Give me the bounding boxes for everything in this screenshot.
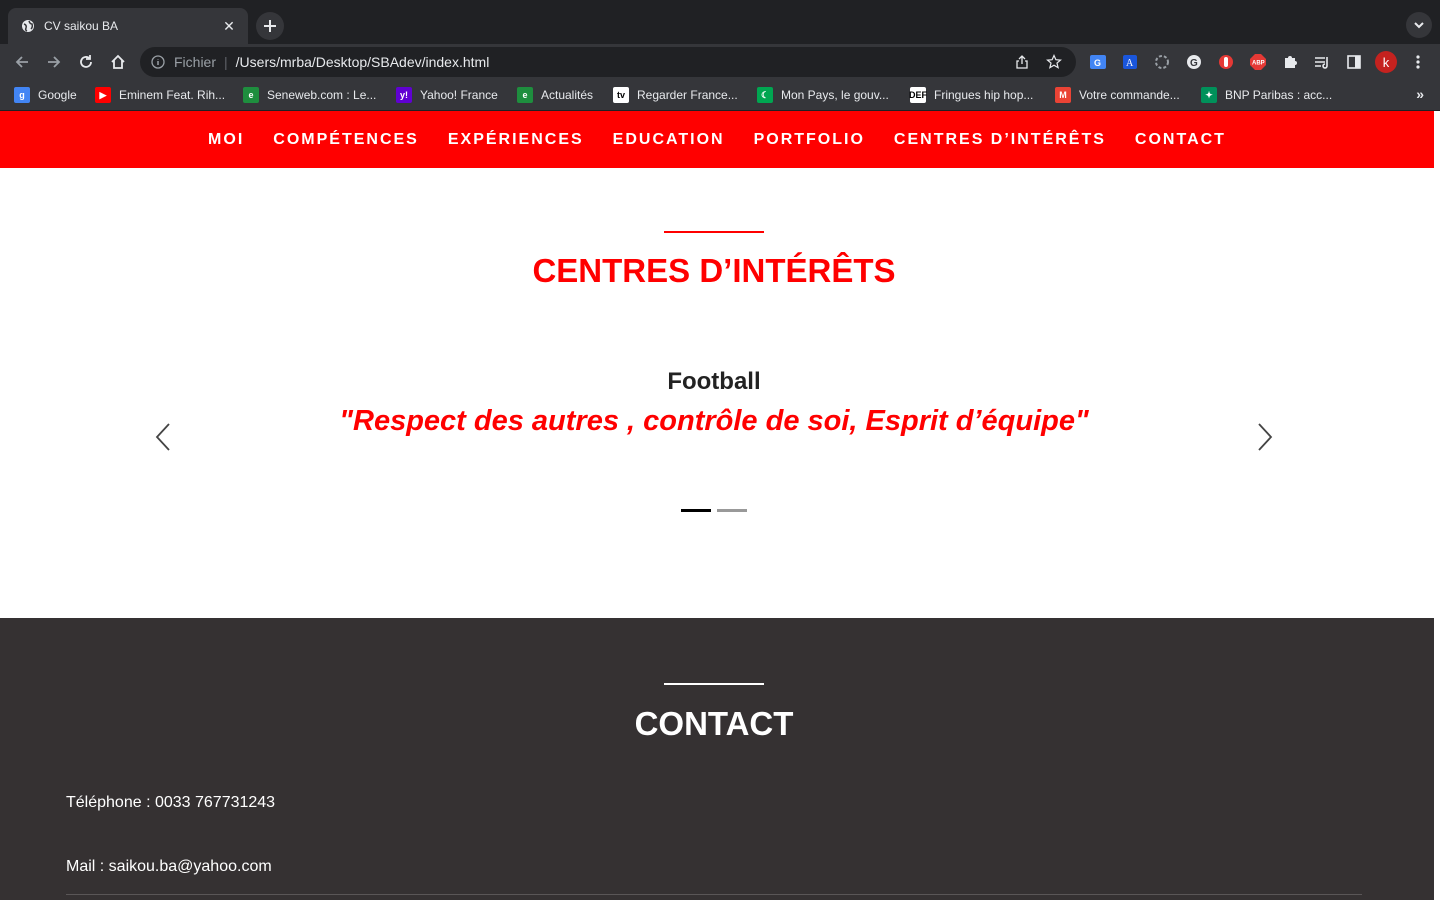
globe-icon <box>20 18 36 34</box>
forward-button[interactable] <box>40 48 68 76</box>
contact-phone: Téléphone : 0033 767731243 <box>66 794 276 811</box>
bookmark-label: Fringues hip hop... <box>934 88 1034 102</box>
tv-icon: tv <box>613 87 629 103</box>
svg-text:G: G <box>1190 58 1198 69</box>
kebab-menu-icon[interactable] <box>1406 50 1430 74</box>
svg-text:ABP: ABP <box>1252 61 1265 67</box>
bookmark-label: Yahoo! France <box>420 88 498 102</box>
bookmark-item[interactable]: e Seneweb.com : Le... <box>243 86 376 104</box>
bookmark-item[interactable]: DEF Fringues hip hop... <box>909 86 1034 104</box>
adblock-plus-icon[interactable]: ABP <box>1246 50 1270 74</box>
bookmark-label: Eminem Feat. Rih... <box>119 88 226 102</box>
back-button[interactable] <box>8 48 36 76</box>
browser-tab-strip: CV saikou BA ✕ <box>0 0 1440 44</box>
contact-title: CONTACT <box>634 705 794 742</box>
address-bar[interactable]: Fichier | /Users/mrba/Desktop/SBAdev/ind… <box>140 47 1076 77</box>
yahoo-icon: y! <box>396 87 412 103</box>
home-button[interactable] <box>104 48 132 76</box>
chevron-right-icon <box>1258 423 1273 451</box>
slide-quote: "Respect des autres , contrôle de soi, E… <box>339 405 1089 437</box>
new-tab-button[interactable] <box>256 12 284 40</box>
nav-link[interactable]: CENTRES D’INTÉRÊTS <box>879 131 1120 149</box>
nav-link[interactable]: EDUCATION <box>598 131 739 149</box>
grammarly-icon[interactable]: G <box>1182 50 1206 74</box>
youtube-icon: ▶ <box>95 87 111 103</box>
bookmark-item[interactable]: e Actualités <box>517 86 593 104</box>
bookmark-item[interactable]: M Votre commande... <box>1055 86 1180 104</box>
bookmark-label: BNP Paribas : acc... <box>1225 88 1333 102</box>
tab-title: CV saikou BA <box>44 19 119 33</box>
carousel-next-button[interactable] <box>1253 422 1277 452</box>
bookmark-item[interactable]: ✦ BNP Paribas : acc... <box>1201 86 1332 104</box>
bookmark-label: Regarder France... <box>637 88 738 102</box>
reading-list-icon[interactable] <box>1310 50 1334 74</box>
url-separator: | <box>224 54 228 70</box>
url-scheme-label: Fichier <box>174 54 217 70</box>
info-icon[interactable] <box>150 54 166 70</box>
close-tab-icon[interactable]: ✕ <box>220 17 238 35</box>
section-divider <box>664 683 764 685</box>
svg-text:A: A <box>1126 58 1134 69</box>
tab-search-button[interactable] <box>1406 12 1432 38</box>
browser-toolbar: Fichier | /Users/mrba/Desktop/SBAdev/ind… <box>0 44 1440 80</box>
profile-initial: k <box>1375 51 1397 73</box>
hand-block-icon[interactable] <box>1214 50 1238 74</box>
web-page: MOI COMPÉTENCES EXPÉRIENCES EDUCATION PORTFO… <box>0 111 1440 900</box>
side-panel-icon[interactable] <box>1342 50 1366 74</box>
bookmark-star-icon[interactable] <box>1042 50 1066 74</box>
dictionary-icon[interactable]: A <box>1118 50 1142 74</box>
translate-icon[interactable]: G <box>1086 50 1110 74</box>
contact-section: CONTACT Téléphone : 0033 767731243 Mail … <box>0 618 1434 900</box>
bookmarks-overflow-icon[interactable]: » <box>1416 86 1424 102</box>
bookmark-label: Google <box>38 88 77 102</box>
bookmarks-bar: g Google ▶ Eminem Feat. Rih... e Seneweb.com … <box>0 80 1440 111</box>
bookmark-item[interactable]: ▶ Eminem Feat. Rih... <box>95 86 225 104</box>
flag-icon: ☾ <box>757 87 773 103</box>
share-icon[interactable] <box>1010 50 1034 74</box>
bookmark-item[interactable]: g Google <box>14 86 77 104</box>
seneweb-icon: e <box>243 87 259 103</box>
url-text[interactable]: /Users/mrba/Desktop/SBAdev/index.html <box>236 54 1002 70</box>
contact-mail[interactable]: Mail : saikou.ba@yahoo.com <box>66 858 272 876</box>
bookmark-label: Seneweb.com : Le... <box>267 88 377 102</box>
profile-avatar[interactable]: k <box>1374 50 1398 74</box>
carousel-indicator[interactable] <box>681 509 711 512</box>
google-icon: g <box>14 87 30 103</box>
bookmark-label: Mon Pays, le gouv... <box>781 88 889 102</box>
nav-link[interactable]: MOI <box>194 131 259 149</box>
carousel-indicator[interactable] <box>717 509 747 512</box>
bookmark-item[interactable]: ☾ Mon Pays, le gouv... <box>757 86 889 104</box>
bookmark-label: Votre commande... <box>1079 88 1180 102</box>
browser-tab[interactable]: CV saikou BA ✕ <box>8 8 248 44</box>
interests-title: CENTRES D’INTÉRÊTS <box>532 252 896 289</box>
loader-icon[interactable] <box>1150 50 1174 74</box>
page-scrollbar[interactable] <box>1434 111 1440 900</box>
nav-link[interactable]: PORTFOLIO <box>739 131 879 149</box>
bookmark-label: Actualités <box>541 88 594 102</box>
divider <box>66 894 1362 895</box>
interests-section: CENTRES D’INTÉRÊTS Football "Respect des… <box>0 168 1434 618</box>
section-divider <box>664 231 764 233</box>
def-icon: DEF <box>909 87 927 103</box>
gmail-icon: M <box>1055 87 1071 103</box>
slide-title: Football <box>667 368 761 395</box>
bookmark-item[interactable]: tv Regarder France... <box>613 86 738 104</box>
nav-link[interactable]: EXPÉRIENCES <box>433 131 598 149</box>
seneweb-icon: e <box>517 87 533 103</box>
nav-link[interactable]: COMPÉTENCES <box>259 131 434 149</box>
bookmark-item[interactable]: y! Yahoo! France <box>396 86 498 104</box>
puzzle-extensions-icon[interactable] <box>1278 50 1302 74</box>
bnp-icon: ✦ <box>1201 87 1217 103</box>
reload-button[interactable] <box>72 48 100 76</box>
svg-text:G: G <box>1094 58 1101 68</box>
site-nav: MOI COMPÉTENCES EXPÉRIENCES EDUCATION PORTFO… <box>0 111 1434 168</box>
nav-link[interactable]: CONTACT <box>1120 131 1240 149</box>
